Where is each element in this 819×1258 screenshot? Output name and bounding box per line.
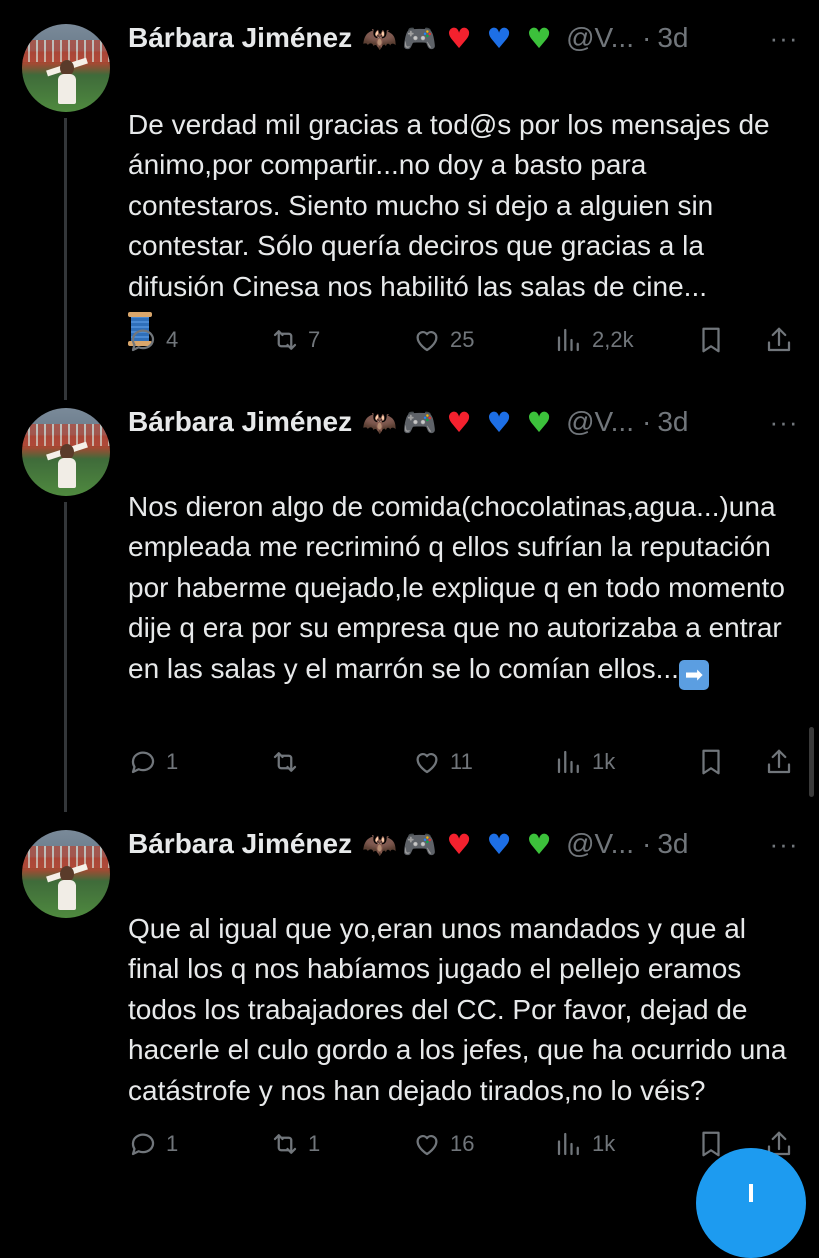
more-options-icon[interactable]: ··· — [766, 404, 802, 440]
reply-count: 4 — [166, 327, 179, 352]
avatar[interactable] — [22, 830, 110, 918]
reply-count: 1 — [166, 749, 179, 774]
repost-button[interactable]: 7 — [270, 320, 320, 360]
green-heart-emoji: ♥ — [526, 21, 552, 55]
timestamp[interactable]: 3d — [657, 406, 688, 438]
tweet-text: Que al igual que yo,eran unos mandados y… — [128, 868, 800, 1111]
like-count: 16 — [450, 1131, 475, 1156]
tweet-header: Bárbara Jiménez 🦇 🎮 ♥ ♥ ♥ @V... · 3d — [128, 824, 688, 864]
repost-button[interactable] — [270, 742, 308, 782]
like-count: 11 — [450, 749, 473, 774]
compose-plus-icon — [749, 1184, 753, 1202]
avatar[interactable] — [22, 408, 110, 496]
bookmark-icon — [702, 749, 720, 775]
author-handle[interactable]: @V... — [566, 828, 634, 860]
game-controller-emoji: 🎮 — [402, 405, 437, 439]
author-name[interactable]: Bárbara Jiménez — [128, 406, 352, 438]
name-emojis: 🦇 🎮 ♥ ♥ ♥ — [362, 828, 556, 861]
bookmark-icon — [702, 327, 720, 353]
views-count: 1k — [592, 749, 616, 774]
tweet-actions: 1 11 1k — [128, 742, 808, 782]
views-button[interactable]: 1k — [554, 1124, 615, 1164]
reply-button[interactable]: 4 — [128, 320, 178, 360]
bat-emoji: 🦇 — [362, 21, 397, 55]
heart-icon — [416, 1135, 438, 1156]
share-button[interactable] — [764, 742, 794, 782]
blue-heart-emoji: ♥ — [486, 827, 512, 861]
repost-icon — [273, 1134, 297, 1154]
tweet-actions: 1 1 16 1k — [128, 1124, 808, 1164]
blue-heart-emoji: ♥ — [486, 405, 512, 439]
views-button[interactable]: 1k — [554, 742, 615, 782]
repost-icon — [273, 752, 297, 772]
reply-icon — [131, 1133, 155, 1156]
bat-emoji: 🦇 — [362, 827, 397, 861]
green-heart-emoji: ♥ — [526, 827, 552, 861]
bat-emoji: 🦇 — [362, 405, 397, 439]
views-count: 2,2k — [592, 327, 634, 352]
right-arrow-emoji: ➡ — [678, 659, 709, 690]
like-count: 25 — [450, 327, 475, 352]
author-name[interactable]: Bárbara Jiménez — [128, 828, 352, 860]
tweet-text-content: Que al igual que yo,eran unos mandados y… — [128, 912, 787, 1106]
views-count: 1k — [592, 1131, 616, 1156]
views-button[interactable]: 2,2k — [554, 320, 634, 360]
reply-icon — [131, 751, 155, 774]
author-name[interactable]: Bárbara Jiménez — [128, 22, 352, 54]
green-heart-emoji: ♥ — [526, 405, 552, 439]
red-heart-emoji: ♥ — [446, 405, 472, 439]
scrollbar[interactable] — [809, 727, 814, 797]
reply-button[interactable]: 1 — [128, 1124, 178, 1164]
separator-dot: · — [641, 406, 652, 437]
tweet[interactable]: Bárbara Jiménez 🦇 🎮 ♥ ♥ ♥ @V... · 3d ···… — [0, 0, 819, 390]
author-handle[interactable]: @V... — [566, 22, 634, 54]
share-icon — [767, 327, 791, 352]
views-icon — [557, 1132, 579, 1156]
like-button[interactable]: 25 — [412, 320, 474, 360]
timestamp[interactable]: 3d — [657, 828, 688, 860]
red-heart-emoji: ♥ — [446, 21, 472, 55]
bookmark-button[interactable] — [696, 320, 726, 360]
red-heart-emoji: ♥ — [446, 827, 472, 861]
name-emojis: 🦇 🎮 ♥ ♥ ♥ — [362, 22, 556, 55]
compose-button[interactable] — [696, 1148, 806, 1258]
reply-icon — [131, 329, 155, 352]
tweet-header: Bárbara Jiménez 🦇 🎮 ♥ ♥ ♥ @V... · 3d — [128, 402, 688, 442]
bookmark-button[interactable] — [696, 742, 726, 782]
avatar[interactable] — [22, 24, 110, 112]
repost-count: 1 — [308, 1131, 321, 1156]
like-button[interactable]: 11 — [412, 742, 473, 782]
reply-button[interactable]: 1 — [128, 742, 178, 782]
tweet-header: Bárbara Jiménez 🦇 🎮 ♥ ♥ ♥ @V... · 3d — [128, 18, 688, 58]
share-icon — [767, 749, 791, 774]
repost-count: 7 — [308, 327, 321, 352]
tweet-text-content: Nos dieron algo de comida(chocolatinas,a… — [128, 490, 785, 684]
reply-count: 1 — [166, 1131, 179, 1156]
bookmark-icon — [702, 1131, 720, 1157]
game-controller-emoji: 🎮 — [402, 827, 437, 861]
repost-icon — [273, 330, 297, 350]
repost-button[interactable]: 1 — [270, 1124, 320, 1164]
heart-icon — [416, 331, 438, 352]
views-icon — [557, 750, 579, 774]
tweet-text: Nos dieron algo de comida(chocolatinas,a… — [128, 446, 800, 690]
game-controller-emoji: 🎮 — [402, 21, 437, 55]
tweet-text-content: De verdad mil gracias a tod@s por los me… — [128, 108, 770, 302]
views-icon — [557, 328, 579, 352]
blue-heart-emoji: ♥ — [486, 21, 512, 55]
separator-dot: · — [641, 22, 652, 53]
author-handle[interactable]: @V... — [566, 406, 634, 438]
more-options-icon[interactable]: ··· — [766, 826, 802, 862]
tweet[interactable]: Bárbara Jiménez 🦇 🎮 ♥ ♥ ♥ @V... · 3d ···… — [0, 810, 819, 1200]
like-button[interactable]: 16 — [412, 1124, 474, 1164]
tweet-actions: 4 7 25 2,2k — [128, 320, 808, 360]
more-options-icon[interactable]: ··· — [766, 20, 802, 56]
name-emojis: 🦇 🎮 ♥ ♥ ♥ — [362, 406, 556, 439]
share-button[interactable] — [764, 320, 794, 360]
tweet[interactable]: Bárbara Jiménez 🦇 🎮 ♥ ♥ ♥ @V... · 3d ···… — [0, 390, 819, 810]
separator-dot: · — [641, 828, 652, 859]
timestamp[interactable]: 3d — [657, 22, 688, 54]
heart-icon — [416, 753, 438, 774]
